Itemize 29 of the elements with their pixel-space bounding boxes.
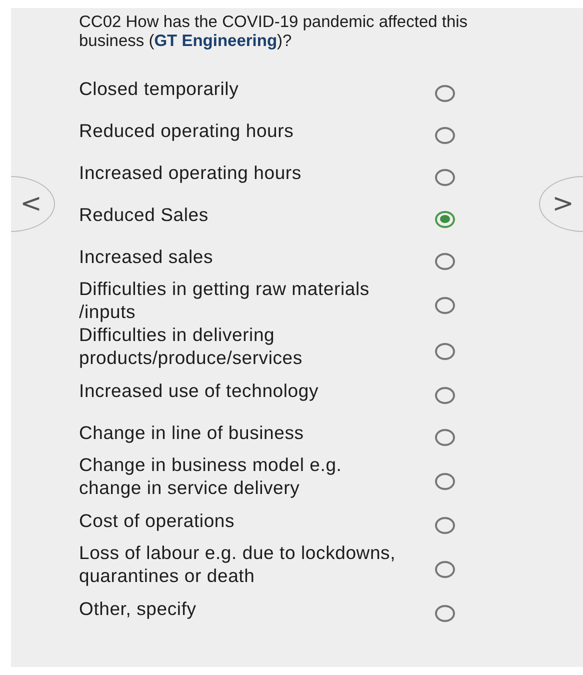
option-label: Cost of operations: [79, 508, 236, 532]
radio-button[interactable]: [435, 516, 455, 534]
option-label: Reduced Sales: [79, 202, 210, 226]
option-label: Difficulties in getting raw materials /inputs: [79, 277, 370, 323]
option-label: Increased use of technology: [79, 378, 320, 402]
radio-button[interactable]: [435, 428, 455, 446]
option-label: Change in business model e.g. change in service delivery: [79, 453, 343, 499]
previous-button[interactable]: <: [11, 176, 55, 232]
radio-button[interactable]: [435, 472, 455, 490]
question-text: CC02 How has the COVID-19 pandemic affected this business (GT Engineering)?: [78, 12, 469, 51]
radio-button[interactable]: [435, 296, 455, 314]
option-label: Increased sales: [79, 244, 214, 268]
option-label: Closed temporarily: [79, 76, 240, 100]
radio-button[interactable]: [435, 342, 455, 360]
radio-button[interactable]: [435, 560, 455, 578]
radio-button[interactable]: [435, 210, 455, 228]
option-label: Difficulties in delivering products/produce/services: [79, 323, 304, 369]
radio-button[interactable]: [435, 604, 455, 622]
option-label: Increased operating hours: [79, 160, 302, 184]
radio-button[interactable]: [435, 168, 455, 186]
radio-button[interactable]: [435, 84, 455, 102]
next-button[interactable]: >: [539, 176, 583, 232]
radio-button[interactable]: [435, 252, 455, 270]
option-label: Change in line of business: [79, 420, 305, 444]
option-label: Reduced operating hours: [79, 118, 295, 142]
option-label: Other, specify: [79, 596, 198, 620]
radio-button[interactable]: [435, 126, 455, 144]
option-label: Loss of labour e.g. due to lockdowns, quarantines or death: [79, 541, 397, 587]
radio-button[interactable]: [435, 386, 455, 404]
